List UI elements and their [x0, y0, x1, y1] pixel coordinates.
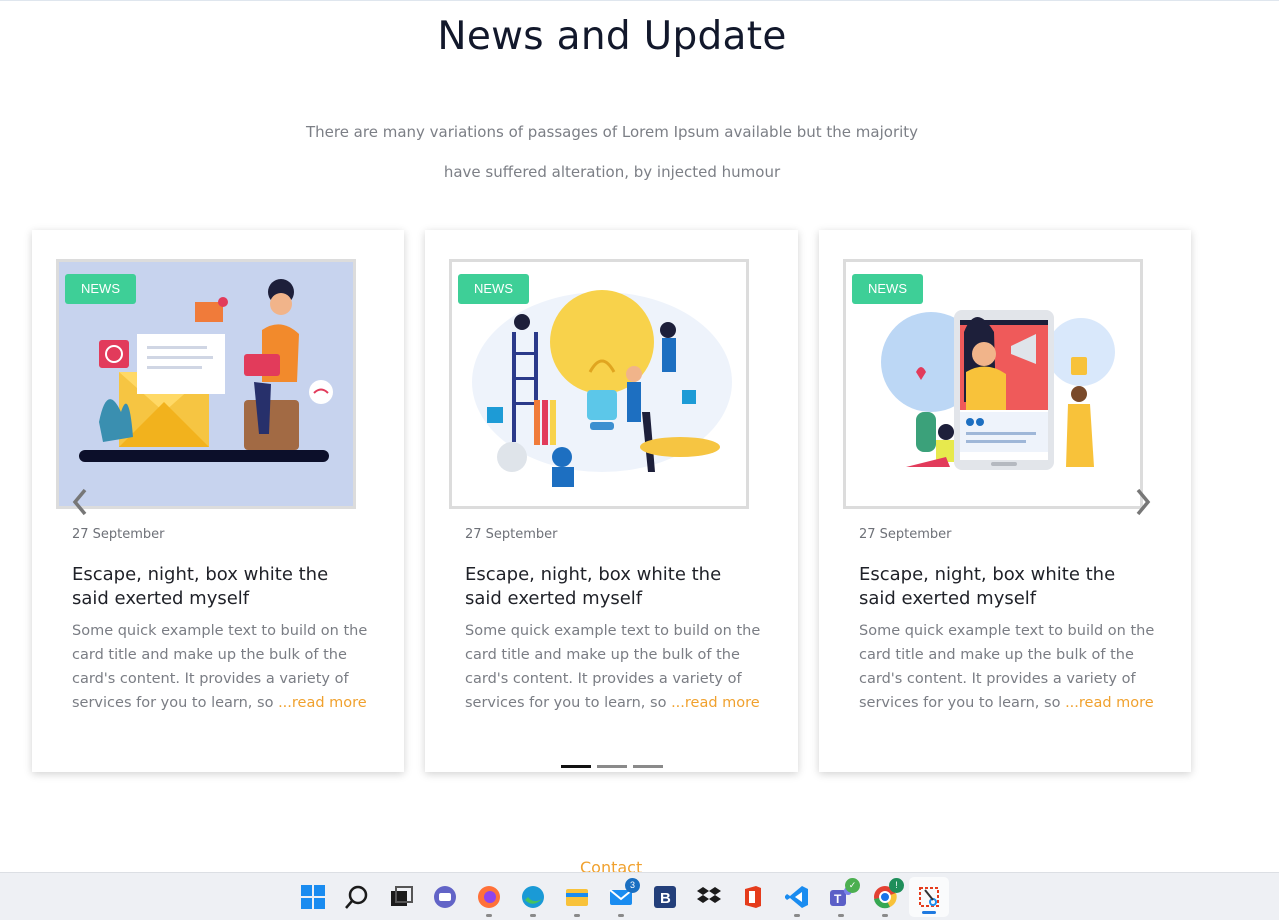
firefox-icon[interactable]: [475, 883, 503, 917]
file-explorer-icon[interactable]: [563, 883, 591, 917]
teams-status-badge: ✓: [845, 878, 860, 893]
running-indicator: [882, 914, 888, 917]
carousel-indicator[interactable]: [561, 765, 591, 768]
news-badge: NEWS: [65, 274, 136, 304]
card-description: Some quick example text to build on the …: [465, 619, 765, 715]
teams-icon[interactable]: T ✓: [827, 878, 860, 917]
dropbox-icon[interactable]: [695, 883, 723, 911]
carousel-next-button[interactable]: [1132, 488, 1154, 522]
section-subtitle: There are many variations of passages of…: [305, 123, 919, 181]
chevron-right-icon: [1136, 488, 1151, 516]
svg-text:T: T: [834, 892, 842, 906]
card-title[interactable]: Escape, night, box white the said exerte…: [465, 563, 745, 611]
mail-icon[interactable]: 3: [607, 878, 640, 917]
carousel-prev-button[interactable]: [69, 488, 91, 522]
teams-chat-icon[interactable]: [431, 883, 459, 911]
chevron-left-icon: [72, 488, 87, 516]
carousel-indicators: [561, 765, 663, 768]
snipping-tool-icon[interactable]: [915, 883, 943, 911]
card-title[interactable]: Escape, night, box white the said exerte…: [859, 563, 1139, 611]
section-title: News and Update: [437, 14, 787, 59]
carousel-indicator[interactable]: [633, 765, 663, 768]
windows-start-icon[interactable]: [299, 883, 327, 911]
running-indicator: [794, 914, 800, 917]
top-border: [0, 0, 1279, 1]
active-indicator: [922, 911, 936, 914]
card-date: 27 September: [465, 527, 558, 542]
task-view-icon[interactable]: [387, 883, 415, 911]
taskbar: 3 B T ✓ !: [0, 872, 1279, 920]
bootstrap-studio-icon[interactable]: B: [651, 883, 679, 911]
card-image[interactable]: NEWS: [449, 259, 749, 509]
card-image[interactable]: NEWS: [56, 259, 356, 509]
card-date: 27 September: [859, 527, 952, 542]
running-indicator: [530, 914, 536, 917]
read-more-link[interactable]: ...read more: [671, 695, 760, 711]
running-indicator: [618, 914, 624, 917]
news-badge: NEWS: [852, 274, 923, 304]
news-badge: NEWS: [458, 274, 529, 304]
news-card[interactable]: NEWS 27 September Escape, night, box whi…: [425, 230, 798, 772]
card-image[interactable]: NEWS: [843, 259, 1143, 509]
running-indicator: [838, 914, 844, 917]
chrome-badge: !: [889, 878, 904, 893]
running-indicator: [574, 914, 580, 917]
edge-icon[interactable]: [519, 883, 547, 917]
chrome-icon[interactable]: !: [871, 878, 904, 917]
read-more-link[interactable]: ...read more: [278, 695, 367, 711]
search-icon[interactable]: [343, 883, 371, 911]
card-date: 27 September: [72, 527, 165, 542]
card-description: Some quick example text to build on the …: [859, 619, 1159, 715]
mail-badge: 3: [625, 878, 640, 893]
vscode-icon[interactable]: [783, 883, 811, 917]
svg-text:B: B: [660, 890, 671, 907]
read-more-link[interactable]: ...read more: [1065, 695, 1154, 711]
office-icon[interactable]: [739, 883, 767, 911]
card-description: Some quick example text to build on the …: [72, 619, 372, 715]
card-title[interactable]: Escape, night, box white the said exerte…: [72, 563, 352, 611]
carousel-indicator[interactable]: [597, 765, 627, 768]
running-indicator: [486, 914, 492, 917]
